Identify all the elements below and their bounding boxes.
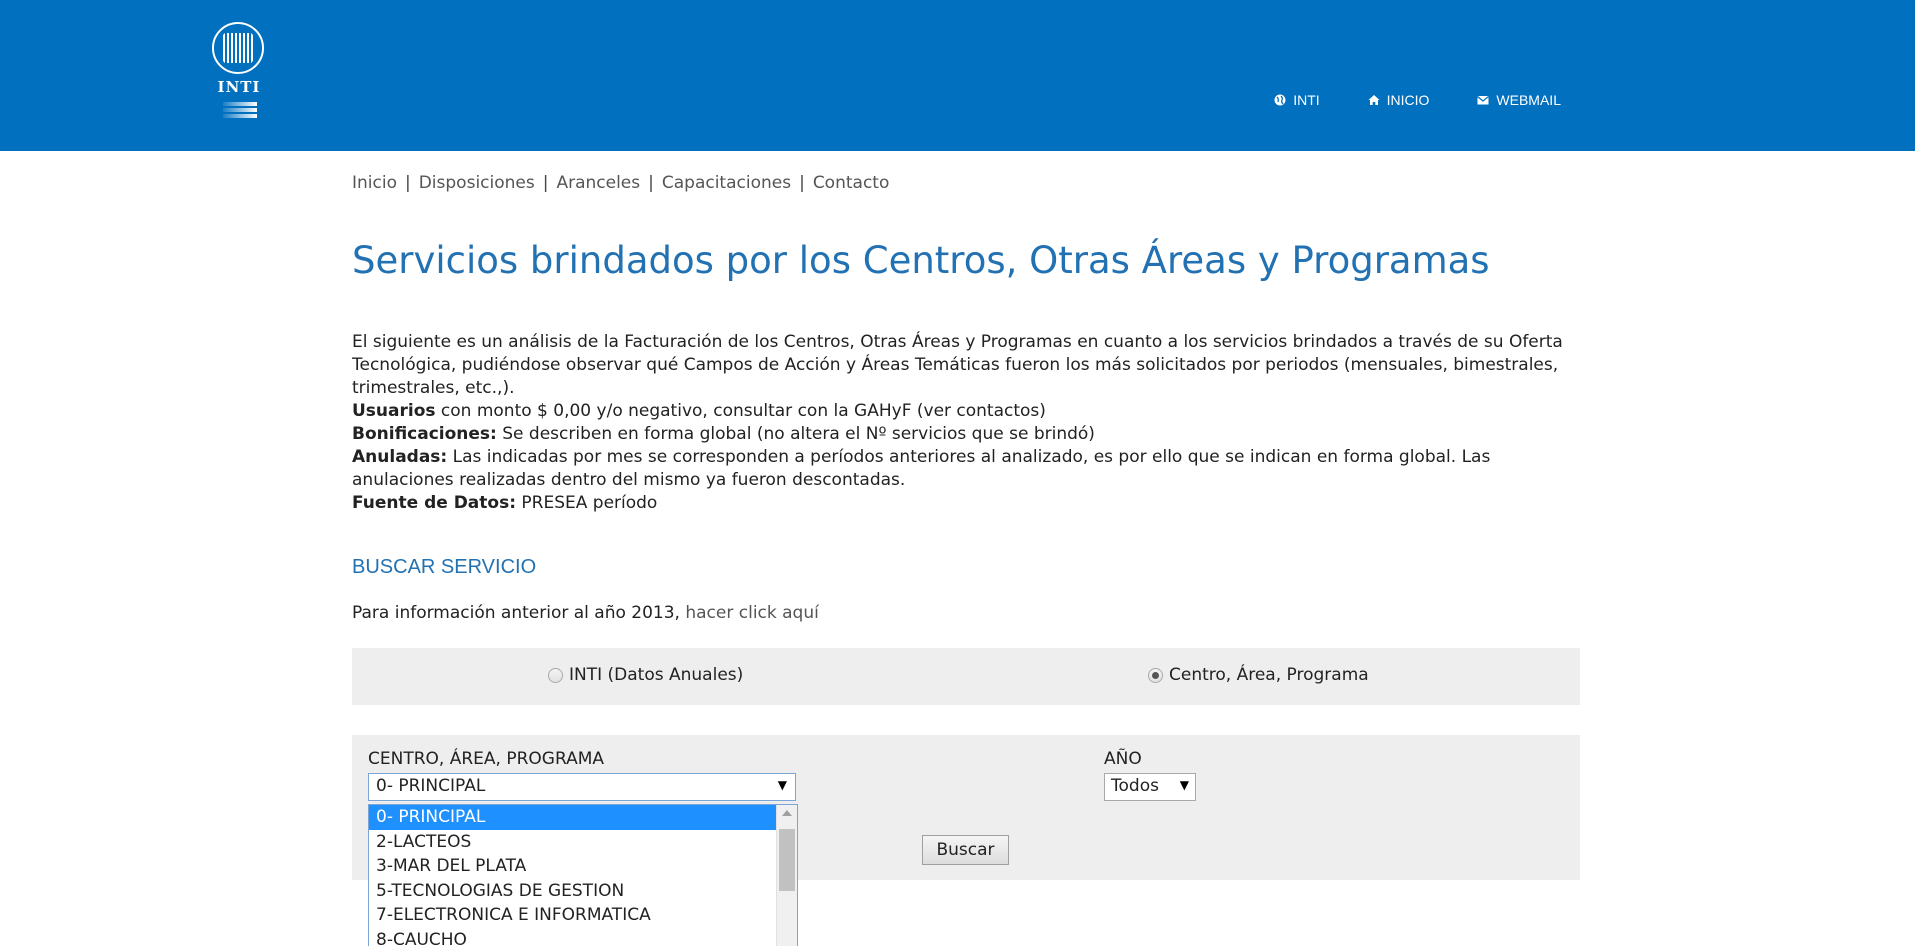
radio-button[interactable] [548,667,563,683]
nav-webmail[interactable]: WEBMAIL [1477,92,1561,108]
radio-centro-area[interactable]: Centro, Área, Programa [1148,665,1369,685]
breadcrumb-capacitaciones[interactable]: Capacitaciones [662,173,791,193]
dropdown-option[interactable]: 3-MAR DEL PLATA [369,854,777,879]
dropdown-option[interactable]: 2-LACTEOS [369,830,777,855]
nav-inti-label: INTI [1293,92,1320,108]
scroll-up-icon[interactable] [782,810,792,816]
fuente-text: PRESEA período [516,493,658,513]
intro-text: El siguiente es un análisis de la Factur… [352,331,1592,515]
breadcrumb-separator: | [404,173,411,193]
nav-inicio[interactable]: INICIO [1368,92,1430,108]
chevron-down-icon: ▼ [777,778,787,792]
dropdown-option[interactable]: 0- PRINCIPAL [369,805,777,830]
dropdown-option[interactable]: 8-CAUCHO [369,928,777,946]
globe-icon [1274,94,1286,106]
page-title: Servicios brindados por los Centros, Otr… [352,239,1490,282]
anio-select-value: Todos [1111,776,1159,796]
radio-button-checked[interactable] [1148,667,1163,683]
dropdown-scrollbar[interactable] [776,805,797,946]
logo-bars [223,102,257,118]
breadcrumb-aranceles[interactable]: Aranceles [556,173,640,193]
previous-info-text: Para información anterior al año 2013, [352,603,686,623]
buscar-button[interactable]: Buscar [922,835,1009,865]
centro-select-value: 0- PRINCIPAL [376,776,486,796]
centro-label: CENTRO, ÁREA, PROGRAMA [368,749,604,769]
logo-grid-icon [223,33,253,63]
nav-webmail-label: WEBMAIL [1496,92,1561,108]
mail-icon [1477,96,1490,105]
nav-inti[interactable]: INTI [1274,92,1320,108]
centro-dropdown-list[interactable]: 0- PRINCIPAL 2-LACTEOS 3-MAR DEL PLATA 5… [368,804,798,946]
inti-logo[interactable]: INTI [210,20,268,124]
fuente-line: Fuente de Datos: PRESEA período [352,492,1592,515]
logo-text: INTI [217,78,261,96]
home-icon [1368,95,1380,105]
dropdown-option[interactable]: 5-TECNOLOGIAS DE GESTION [369,879,777,904]
bonificaciones-label: Bonificaciones: [352,424,497,444]
radio-inti-anual[interactable]: INTI (Datos Anuales) [548,665,743,685]
radio-centro-area-label: Centro, Área, Programa [1169,665,1369,685]
usuarios-text: con monto $ 0,00 y/o negativo, consultar… [435,401,1046,421]
breadcrumb-inicio[interactable]: Inicio [352,173,397,193]
section-title: BUSCAR SERVICIO [352,556,537,578]
anuladas-label: Anuladas: [352,447,448,467]
previous-info: Para información anterior al año 2013, h… [352,603,819,623]
top-nav: INTI INICIO WEBMAIL [1274,92,1561,108]
radio-inti-anual-label: INTI (Datos Anuales) [569,665,744,685]
usuarios-line: Usuarios con monto $ 0,00 y/o negativo, … [352,400,1592,423]
bonificaciones-line: Bonificaciones: Se describen en forma gl… [352,423,1592,446]
dropdown-option[interactable]: 7-ELECTRONICA E INFORMATICA [369,903,777,928]
nav-inicio-label: INICIO [1386,92,1430,108]
breadcrumb-disposiciones[interactable]: Disposiciones [419,173,535,193]
fuente-label: Fuente de Datos: [352,493,516,513]
breadcrumb-separator: | [542,173,549,193]
bonificaciones-text: Se describen en forma global (no altera … [496,424,1095,444]
previous-info-link[interactable]: hacer click aquí [685,603,819,623]
usuarios-label: Usuarios [352,401,436,421]
breadcrumb-contacto[interactable]: Contacto [813,173,890,193]
anio-select[interactable]: Todos ▼ [1104,773,1196,801]
chevron-down-icon: ▼ [1179,778,1189,792]
mode-radio-bar: INTI (Datos Anuales) Centro, Área, Progr… [352,648,1580,705]
intro-paragraph: El siguiente es un análisis de la Factur… [352,332,1563,398]
anio-label: AÑO [1104,749,1142,769]
scroll-thumb[interactable] [779,829,795,891]
centro-select[interactable]: 0- PRINCIPAL ▼ [368,773,796,801]
anuladas-text: Las indicadas por mes se corresponden a … [352,447,1491,490]
breadcrumb-separator: | [799,173,805,193]
breadcrumb: Inicio | Disposiciones | Aranceles | Capacitac… [352,173,889,193]
site-header: INTI INTI INICIO WEBMAIL [0,0,1915,151]
anuladas-line: Anuladas: Las indicadas por mes se corre… [352,446,1592,492]
breadcrumb-separator: | [648,173,654,193]
